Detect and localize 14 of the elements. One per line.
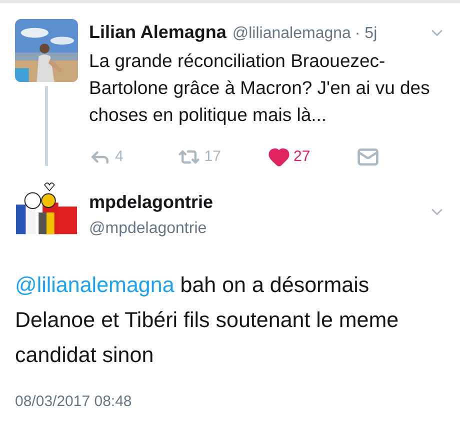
reply-text: @lilianalemagna bah on a désormais Delanoe et Tibéri fils soutenant le meme candidat sinon xyxy=(14,272,400,368)
envelope-icon[interactable] xyxy=(356,146,379,168)
action-count: 27 xyxy=(294,147,310,167)
author-name: Lilian Alemagna xyxy=(89,21,226,44)
tweet-time: · 5j xyxy=(354,24,378,44)
tweet-date: 08/03/2017 08:48 xyxy=(14,392,133,412)
mention-link[interactable]: @lilianalemagna xyxy=(15,272,174,296)
action-count: 4 xyxy=(115,147,124,167)
author-handle: @lilianalemagna xyxy=(232,24,351,44)
author-name: mpdelagontrie xyxy=(89,190,214,214)
action-count: 17 xyxy=(204,147,221,167)
author-handle: @mpdelagontrie xyxy=(89,218,208,238)
tweet-text: La grande réconciliation Braouezec-Bartolone grâce à Macron? J'en ai vu des choses en politique mais là... xyxy=(89,49,431,127)
heart-icon[interactable] xyxy=(268,146,290,168)
